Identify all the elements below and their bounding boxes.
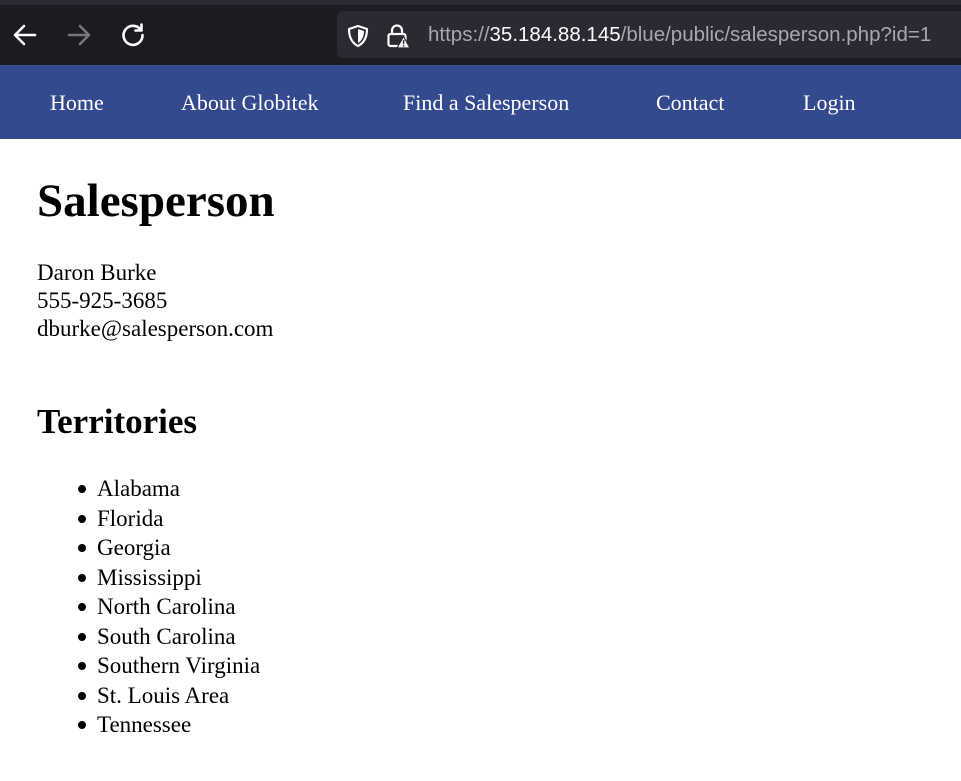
territory-label: Southern Virginia <box>97 653 261 678</box>
address-bar[interactable]: https://35.184.88.145/blue/public/salesp… <box>337 11 961 58</box>
bullet-icon <box>78 573 86 582</box>
url-scheme: https:// <box>428 23 490 46</box>
nav-link-home[interactable]: Home <box>50 90 104 116</box>
territory-item: Georgia <box>78 533 260 563</box>
url-host: 35.184.88.145 <box>489 23 621 46</box>
shield-icon <box>347 24 369 48</box>
territories-heading: Territories <box>37 402 198 441</box>
back-button[interactable] <box>7 17 43 53</box>
territory-item: Southern Virginia <box>78 651 261 681</box>
bullet-icon <box>78 514 86 523</box>
reload-button[interactable] <box>115 17 151 53</box>
lock-warning-icon <box>387 24 411 49</box>
territory-item: North Carolina <box>78 592 260 622</box>
bullet-icon <box>78 485 86 493</box>
territory-label: Alabama <box>97 476 181 501</box>
territory-item: South Carolina <box>78 622 260 652</box>
tracking-protection-button[interactable] <box>345 23 371 49</box>
territory-label: St. Louis Area <box>97 682 230 708</box>
territory-label: Florida <box>97 505 164 531</box>
territory-label: Georgia <box>97 535 171 560</box>
bullet-icon <box>78 662 86 670</box>
page-title: Salesperson <box>37 175 275 227</box>
territory-label: North Carolina <box>97 594 236 619</box>
bullet-icon <box>78 721 86 729</box>
reload-icon <box>122 23 144 47</box>
nav-link-contact[interactable]: Contact <box>656 90 724 116</box>
site-navigation: Home About Globitek Find a Salesperson C… <box>0 65 961 139</box>
territory-item: Mississippi <box>78 563 260 593</box>
territory-label: South Carolina <box>97 623 236 649</box>
nav-link-find-salesperson[interactable]: Find a Salesperson <box>403 90 569 116</box>
url-text[interactable]: https://35.184.88.145/blue/public/salesp… <box>428 23 931 47</box>
bullet-icon <box>78 691 86 700</box>
arrow-left-icon <box>13 24 37 46</box>
forward-button[interactable] <box>61 17 97 53</box>
territory-label: Mississippi <box>97 564 202 590</box>
territory-item: Florida <box>78 504 260 534</box>
url-path: /blue/public/salesperson.php?id=1 <box>620 23 932 46</box>
salesperson-name: Daron Burke <box>37 260 157 285</box>
territory-item: St. Louis Area <box>78 681 260 711</box>
salesperson-email: dburke@salesperson.com <box>37 316 274 341</box>
territory-item: Alabama <box>78 474 260 504</box>
territory-item: Tennessee <box>78 710 260 740</box>
territory-label: Tennessee <box>97 712 192 737</box>
bullet-icon <box>78 603 86 611</box>
bullet-icon <box>78 632 86 641</box>
arrow-right-icon <box>67 24 91 46</box>
salesperson-phone: 555-925-3685 <box>37 288 168 313</box>
bullet-icon <box>78 544 86 552</box>
site-security-button[interactable] <box>385 23 411 49</box>
territory-list: Alabama Florida Georgia Mississippi Nort… <box>78 474 261 740</box>
nav-link-about[interactable]: About Globitek <box>181 90 319 116</box>
nav-link-login[interactable]: Login <box>803 90 856 116</box>
browser-toolbar: https://35.184.88.145/blue/public/salesp… <box>0 0 961 65</box>
tab-strip-edge <box>0 0 961 5</box>
